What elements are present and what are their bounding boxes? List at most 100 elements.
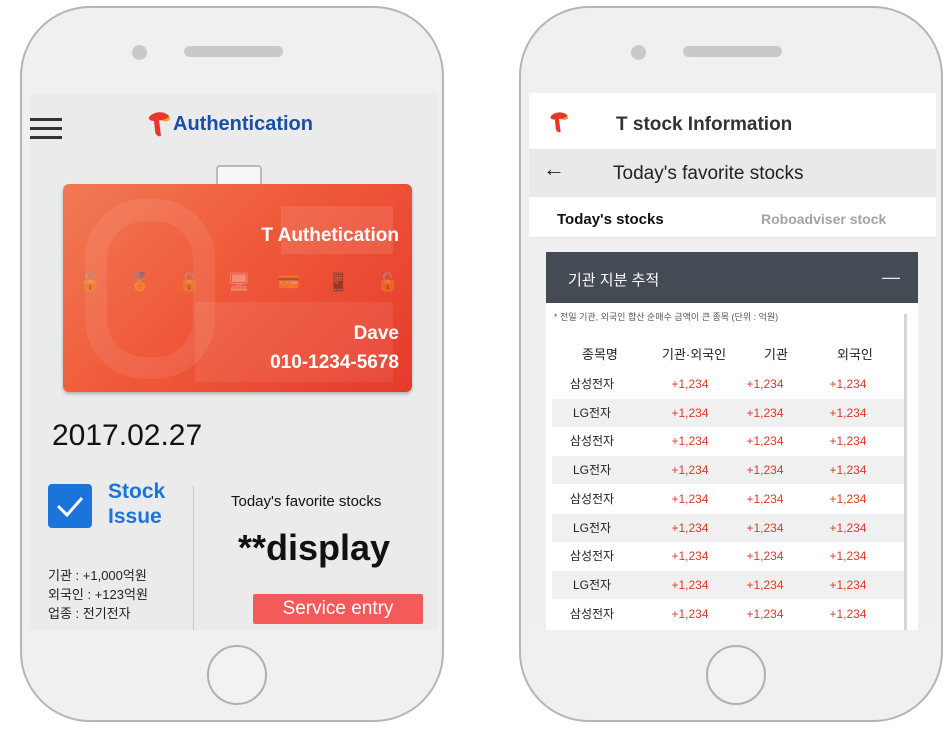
value-cell: +1,234 [829,549,867,564]
table-row[interactable]: 삼성전자 +1,234 +1,234 +1,234 [552,542,904,570]
value-cell: +1,234 [829,463,867,478]
value-cell: +1,234 [829,405,867,420]
value-cell: +1,234 [746,577,784,592]
hamburger-menu-icon[interactable] [30,118,62,140]
stock-name-cell: LG전자 [572,520,612,535]
table-panel-header: 기관 지분 추적 — [546,252,918,303]
column-header: 기관 [764,347,788,362]
t-logo-icon [148,112,170,137]
home-button[interactable] [207,645,267,705]
right-phone-frame: T stock Information ← Today's favorite s… [519,6,943,722]
tab-roboadviser-stock[interactable]: Roboadviser stock [761,211,886,227]
checkmark-icon [56,497,84,518]
column-header: 종목명 [582,347,618,362]
stock-name-cell: LG전자 [572,405,612,420]
camera-icon [132,45,147,60]
collapse-icon[interactable]: — [882,267,900,288]
value-cell: +1,234 [746,520,784,535]
vertical-divider [193,486,194,630]
table-row[interactable]: LG전자 +1,234 +1,234 +1,234 [552,456,904,485]
stock-name-cell: 삼성전자 [569,434,615,449]
column-header: 외국인 [837,347,873,362]
value-cell: +1,234 [746,377,784,391]
value-cell: +1,234 [746,434,784,449]
table-note: * 전일 기관, 외국인 합산 순매수 금액이 큰 종목 (단위 : 억원) [554,312,779,322]
app-header: T stock Information [529,93,936,149]
table-row[interactable]: LG전자 +1,234 +1,234 +1,234 [552,513,904,542]
table-row[interactable]: 삼성전자 +1,234 +1,234 +1,234 [552,485,904,513]
info-foreigner: 외국인 : +123억원 [48,587,148,602]
favorite-stocks-label: Today's favorite stocks [231,493,382,510]
stock-info: 기관 : +1,000억원 외국인 : +123억원 업종 : 전기전자 [48,566,148,623]
value-cell: +1,234 [671,377,709,391]
left-phone-frame: Authentication T Authetication 🔓 🏅 🔓 🖥 💳… [20,6,444,722]
card-phone-number: 010-1234-5678 [270,352,399,373]
speaker-icon [184,46,283,57]
id-card: T Authetication 🔓 🏅 🔓 🖥 💳 📱 🔓 Dave 010-1… [63,184,412,392]
value-cell: +1,234 [829,520,867,535]
right-screen: T stock Information ← Today's favorite s… [529,93,936,630]
date-text: 2017.02.27 [52,419,203,452]
value-cell: +1,234 [829,491,867,506]
value-cell: +1,234 [746,463,784,478]
value-cell: +1,234 [829,606,867,621]
card-icon-row: 🔓 🏅 🔓 🖥 💳 📱 🔓 [79,272,399,293]
unlock-icon: 🔓 [178,272,201,292]
value-cell: +1,234 [746,606,784,621]
card-title: T Authetication [261,225,399,246]
stock-name-cell: 삼성전자 [569,491,615,506]
value-cell: +1,234 [829,577,867,592]
value-cell: +1,234 [671,463,709,478]
table-row[interactable]: LG전자 +1,234 +1,234 +1,234 [552,570,904,599]
value-cell: +1,234 [671,577,709,592]
scrollbar[interactable] [904,314,907,630]
badge-icon: 🏅 [128,272,151,292]
back-arrow-icon[interactable]: ← [543,156,565,182]
unlock-icon: 🔓 [79,272,102,292]
service-entry-button[interactable]: Service entry [253,594,423,624]
table-row[interactable]: 삼성전자 +1,234 +1,234 +1,234 [552,370,904,398]
stock-table-panel: 기관 지분 추적 — * 전일 기관, 외국인 합산 순매수 금액이 큰 종목 … [546,252,918,630]
info-institution: 기관 : +1,000억원 [48,568,147,583]
speaker-icon [683,46,782,57]
sub-title: Today's favorite stocks [613,163,804,184]
stock-name-cell: LG전자 [572,577,612,592]
header-title: Authentication [173,113,313,135]
stock-issue-label: Stock Issue [108,479,165,529]
stock-name-cell: 삼성전자 [569,377,615,391]
phone-icon: 📱 [327,272,350,292]
header-title: T stock Information [616,114,793,135]
value-cell: +1,234 [671,434,709,449]
stock-issue-checkbox[interactable] [48,484,92,528]
card-icon: 💳 [277,272,300,292]
value-cell: +1,234 [671,520,709,535]
value-cell: +1,234 [671,405,709,420]
column-header: 기관·외국인 [662,347,727,362]
value-cell: +1,234 [829,377,867,391]
table-row[interactable]: LG전자 +1,234 +1,234 +1,234 [552,398,904,427]
value-cell: +1,234 [746,549,784,564]
card-user-name: Dave [353,323,399,344]
value-cell: +1,234 [671,606,709,621]
monitor-icon: 🖥 [227,272,251,292]
stock-name-cell: 삼성전자 [569,549,615,564]
unlock-icon: 🔓 [376,272,399,292]
value-cell: +1,234 [671,491,709,506]
value-cell: +1,234 [829,434,867,449]
stock-issue-line2: Issue [108,505,162,528]
table-row[interactable]: 삼성전자 +1,234 +1,234 +1,234 [552,427,904,455]
stock-name-cell: 삼성전자 [569,606,615,621]
value-cell: +1,234 [746,491,784,506]
tab-todays-stocks[interactable]: Today's stocks [557,211,664,228]
table-title: 기관 지분 추적 [568,272,660,289]
table-row[interactable]: 삼성전자 +1,234 +1,234 +1,234 [552,600,904,628]
info-sector: 업종 : 전기전자 [48,606,131,621]
home-button[interactable] [706,645,766,705]
display-text: **display [238,527,391,568]
stock-name-cell: LG전자 [572,463,612,478]
t-logo-icon [550,112,568,133]
left-screen: Authentication T Authetication 🔓 🏅 🔓 🖥 💳… [30,93,437,630]
value-cell: +1,234 [671,549,709,564]
camera-icon [631,45,646,60]
stock-issue-line1: Stock [108,480,166,503]
